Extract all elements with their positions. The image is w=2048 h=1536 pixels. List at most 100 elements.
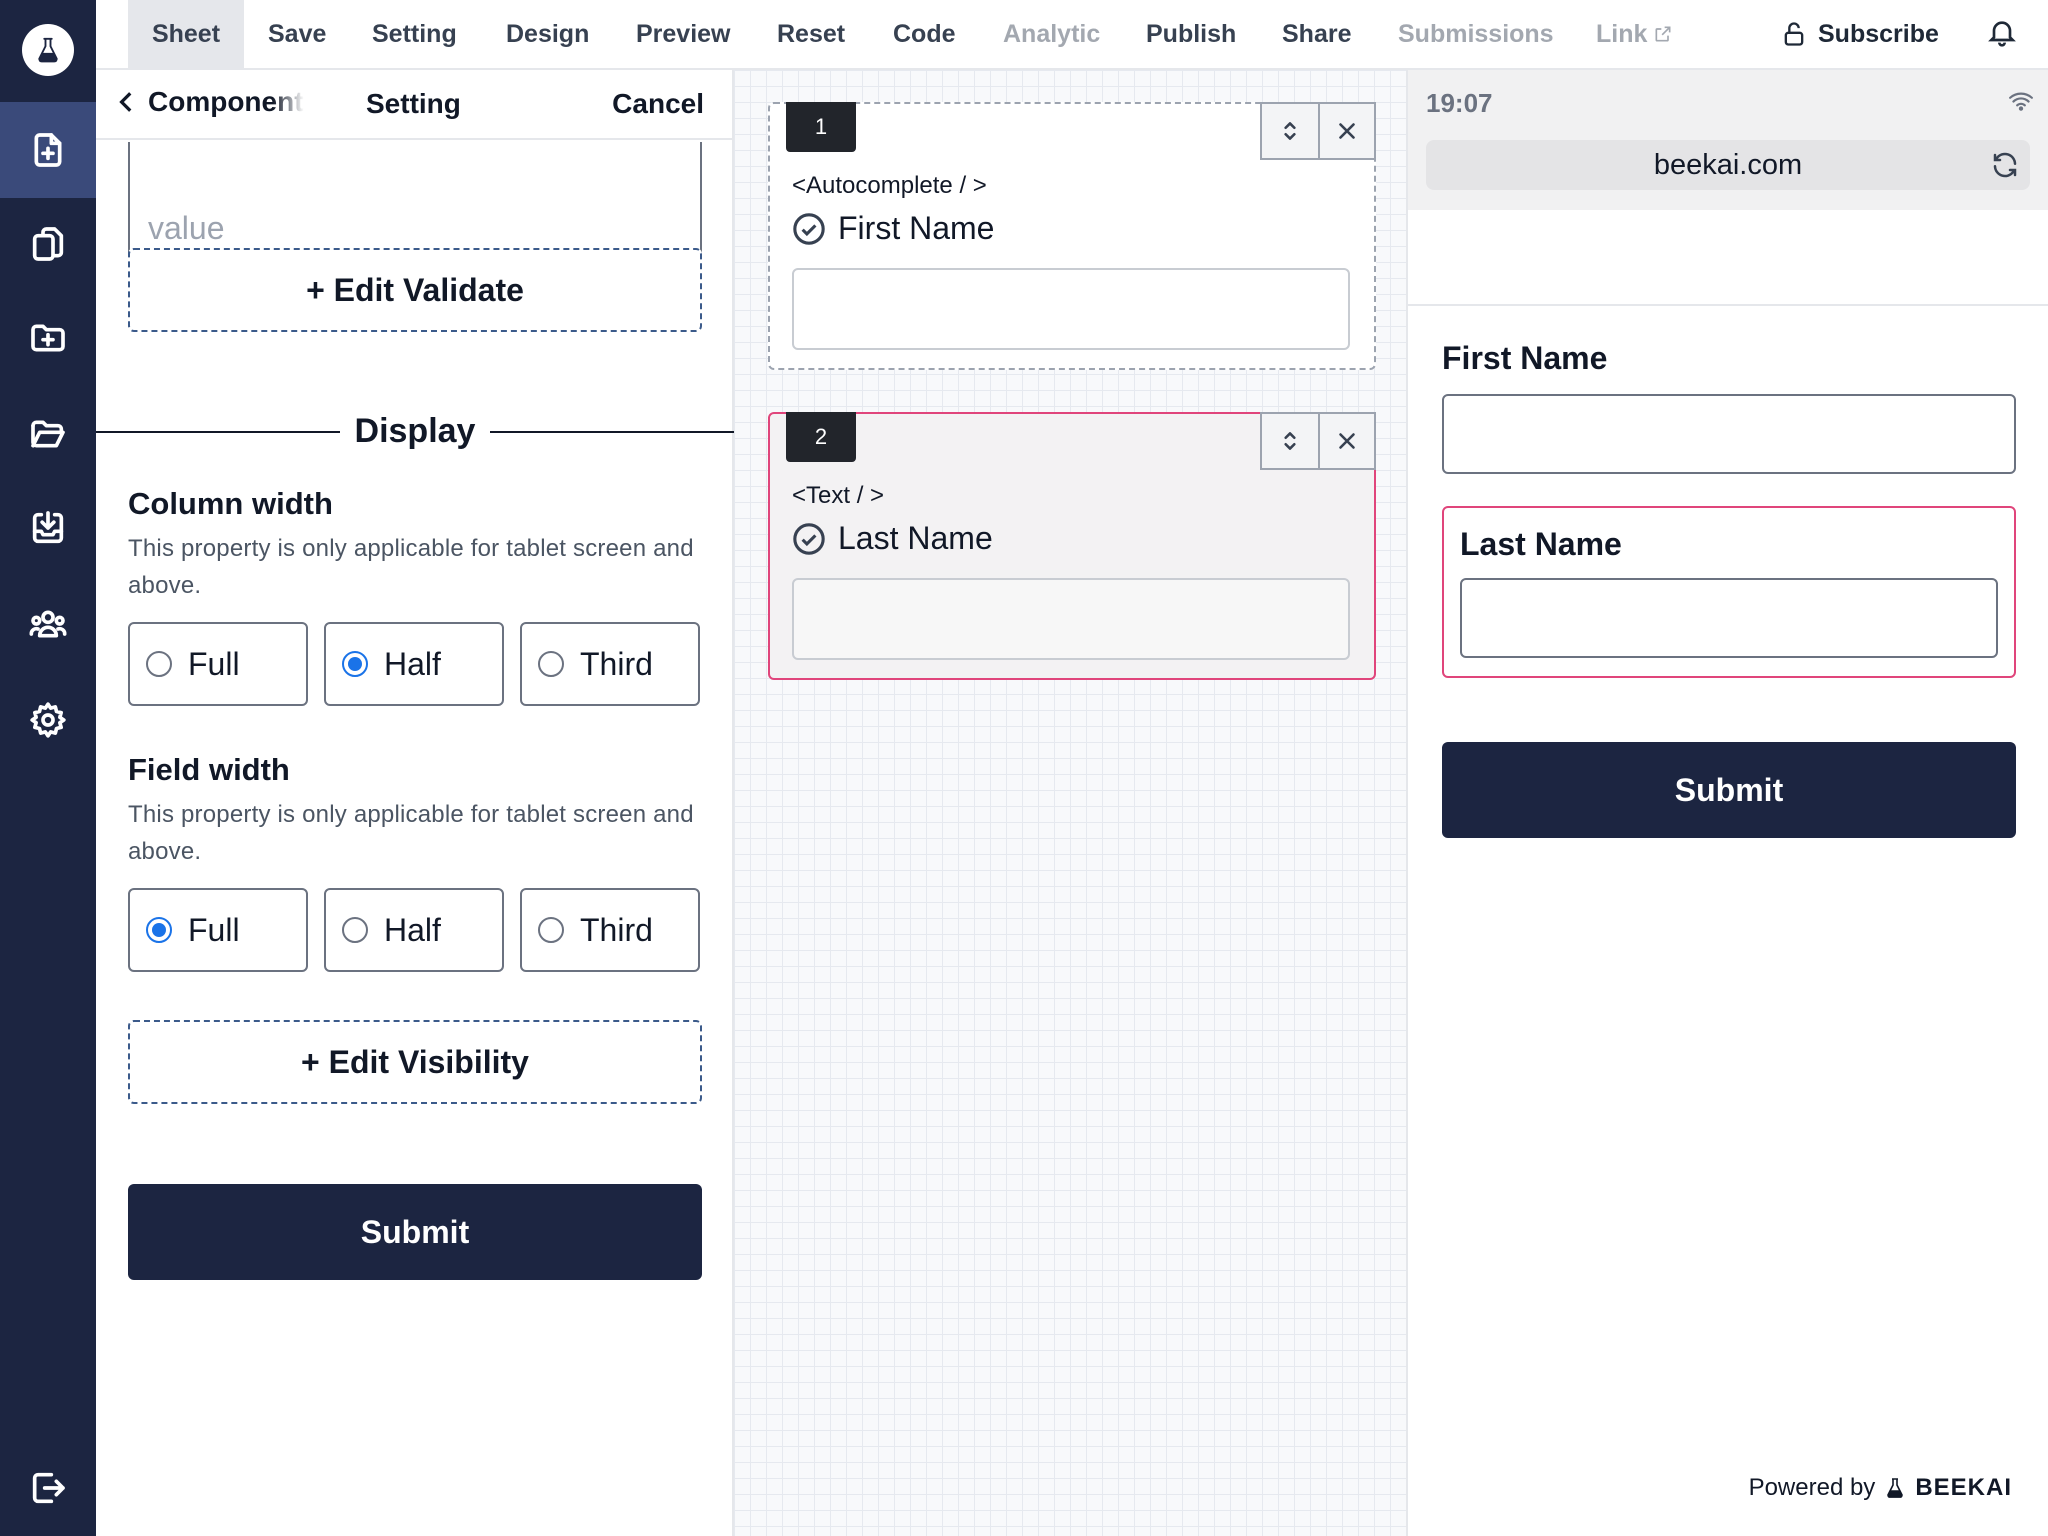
component-label-text: Last Name	[838, 520, 993, 556]
component-input-preview	[792, 268, 1350, 350]
settings-title: Setting	[366, 88, 461, 119]
value-placeholder: value	[148, 210, 225, 246]
logo-flask-icon[interactable]	[22, 24, 74, 76]
component-toolbar	[1260, 412, 1376, 470]
field-width-full-option[interactable]: Full	[128, 888, 308, 972]
gear-icon[interactable]	[0, 672, 96, 768]
edit-validate-button[interactable]: + Edit Validate	[128, 248, 702, 332]
column-width-third-option[interactable]: Third	[520, 622, 700, 706]
close-icon[interactable]	[1318, 104, 1374, 158]
option-label: Full	[188, 645, 240, 682]
radio-button-checked[interactable]	[342, 651, 368, 677]
column-width-title: Column width	[128, 486, 333, 521]
radio-button[interactable]	[538, 917, 564, 943]
display-divider: Display	[96, 400, 734, 460]
builder-canvas: 1 <Autocomplete / > First Name 2 <Text /…	[734, 70, 1408, 1536]
menu-publish[interactable]: Publish	[1146, 0, 1236, 68]
component-card-first-name[interactable]: 1 <Autocomplete / > First Name	[768, 102, 1376, 370]
back-to-component-button[interactable]: Component	[114, 86, 304, 118]
field-width-title: Field width	[128, 752, 290, 787]
menu-design[interactable]: Design	[506, 0, 589, 68]
component-input-preview	[792, 578, 1350, 660]
menu-setting[interactable]: Setting	[372, 0, 457, 68]
menu-reset[interactable]: Reset	[777, 0, 845, 68]
check-circle-icon	[793, 212, 825, 245]
option-label: Third	[580, 645, 653, 682]
subscribe-button[interactable]: Subscribe	[1780, 0, 1939, 68]
option-label: Half	[384, 645, 441, 682]
settings-panel: Component Setting Cancel value + Edit Va…	[96, 70, 734, 1536]
url-text: beekai.com	[1653, 148, 1803, 181]
files-icon[interactable]	[0, 196, 96, 292]
folder-open-icon[interactable]	[0, 386, 96, 482]
menu-share[interactable]: Share	[1282, 0, 1351, 68]
reorder-icon[interactable]	[1262, 414, 1318, 468]
option-label: Half	[384, 911, 441, 948]
component-type-tag: <Autocomplete / >	[792, 172, 987, 199]
logout-icon[interactable]	[0, 1440, 96, 1536]
menu-link-label: Link	[1596, 20, 1648, 48]
menu-sheet[interactable]: Sheet	[128, 0, 244, 68]
brand-name: BEEKAI	[1915, 1474, 2012, 1501]
file-plus-icon[interactable]	[0, 102, 96, 198]
menu-preview[interactable]: Preview	[636, 0, 731, 68]
option-label: Full	[188, 911, 240, 948]
field-width-description: This property is only applicable for tab…	[128, 801, 694, 865]
reorder-icon[interactable]	[1262, 104, 1318, 158]
powered-by-footer: Powered by BEEKAI	[1749, 1474, 2012, 1502]
powered-by-text: Powered by	[1748, 1474, 1876, 1501]
check-circle-icon	[793, 522, 825, 555]
close-icon[interactable]	[1318, 414, 1374, 468]
settings-header: Component Setting Cancel	[96, 70, 734, 140]
bell-icon[interactable]	[1986, 16, 2018, 53]
inbox-download-icon[interactable]	[0, 480, 96, 576]
folder-plus-icon[interactable]	[0, 290, 96, 386]
mobile-preview: 19:07 beekai.com First Name Last Name Su…	[1408, 70, 2048, 1536]
url-bar[interactable]: beekai.com	[1426, 140, 2030, 190]
component-toolbar	[1260, 102, 1376, 160]
cancel-button[interactable]: Cancel	[612, 88, 704, 120]
column-width-half-option[interactable]: Half	[324, 622, 504, 706]
radio-button-checked[interactable]	[146, 917, 172, 943]
reload-icon[interactable]	[1990, 150, 2020, 188]
column-width-description: This property is only applicable for tab…	[128, 535, 694, 599]
preview-submit-button[interactable]: Submit	[1442, 742, 2016, 838]
menu-submissions: Submissions	[1398, 20, 1554, 48]
component-label: Last Name	[792, 520, 993, 557]
external-link-icon	[1655, 26, 1671, 42]
preview-last-name-input[interactable]	[1460, 578, 1998, 658]
users-icon[interactable]	[0, 576, 96, 672]
flask-icon	[1887, 1478, 1904, 1498]
field-width-half-option[interactable]: Half	[324, 888, 504, 972]
wifi-icon	[2008, 88, 2034, 119]
field-width-third-option[interactable]: Third	[520, 888, 700, 972]
menu-code[interactable]: Code	[893, 0, 956, 68]
preview-last-name-label: Last Name	[1460, 526, 1622, 562]
subscribe-label: Subscribe	[1818, 19, 1939, 48]
preview-first-name-label: First Name	[1442, 340, 1608, 376]
menu-analytic: Analytic	[1003, 20, 1101, 48]
back-label: Component	[148, 86, 304, 117]
component-type-tag: <Text / >	[792, 482, 885, 509]
radio-button[interactable]	[146, 651, 172, 677]
component-label-text: First Name	[838, 210, 995, 246]
chevron-left-icon	[119, 92, 132, 112]
menu-save[interactable]: Save	[268, 0, 326, 68]
preview-first-name-input[interactable]	[1442, 394, 2016, 474]
component-card-last-name[interactable]: 2 <Text / > Last Name	[768, 412, 1376, 680]
radio-button[interactable]	[342, 917, 368, 943]
component-index-badge: 1	[786, 102, 856, 152]
menu-link: Link	[1596, 0, 1673, 68]
top-menu-bar: Sheet Save Setting Design Preview Reset …	[96, 0, 2048, 70]
sidebar-rail	[0, 0, 96, 1536]
browser-chrome: 19:07 beekai.com	[1408, 70, 2048, 210]
component-index-badge: 2	[786, 412, 856, 462]
column-width-full-option[interactable]: Full	[128, 622, 308, 706]
unlock-icon	[1784, 22, 1804, 46]
settings-submit-button[interactable]: Submit	[128, 1184, 702, 1280]
edit-visibility-button[interactable]: + Edit Visibility	[128, 1020, 702, 1104]
option-label: Third	[580, 911, 653, 948]
component-label: First Name	[792, 210, 994, 247]
status-time: 19:07	[1426, 88, 1493, 118]
radio-button[interactable]	[538, 651, 564, 677]
